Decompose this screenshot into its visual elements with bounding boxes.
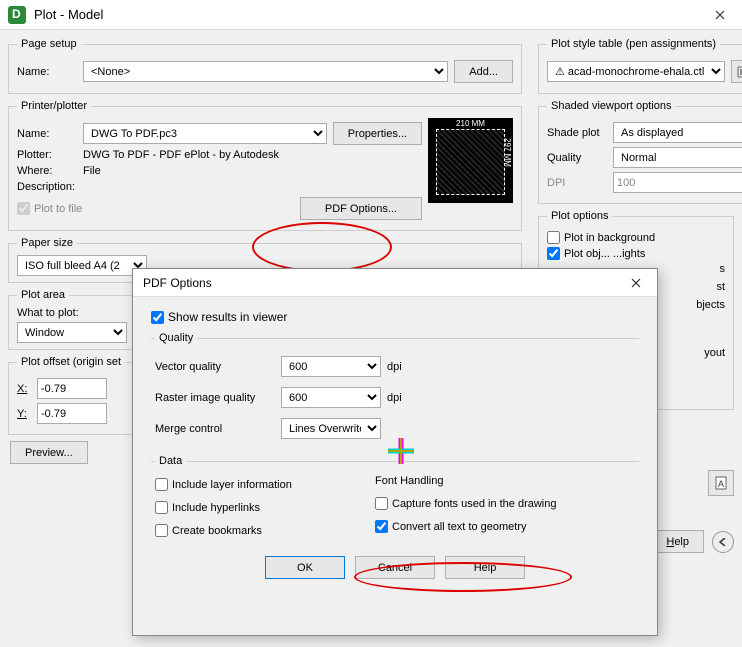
capture-fonts-check[interactable]: Capture fonts used in the drawing (375, 497, 635, 510)
y-label: Y: (17, 408, 31, 420)
close-icon (715, 10, 725, 20)
shade-plot-select[interactable]: As displayed (613, 122, 742, 143)
shade-plot-label: Shade plot (547, 127, 607, 139)
modal-title: PDF Options (143, 276, 619, 290)
raster-quality-select[interactable]: 600 (281, 387, 381, 408)
show-results-check[interactable]: Show results in viewer (151, 310, 639, 324)
plot-lw-check[interactable]: Plot obj... ...ights (547, 247, 725, 260)
quality-select[interactable]: Normal (613, 147, 742, 168)
plot-style-edit-button[interactable] (731, 60, 742, 83)
merge-control-select[interactable]: Lines Overwrite (281, 418, 381, 439)
desc-label: Description: (17, 181, 102, 193)
dpi-label: DPI (547, 177, 607, 189)
convert-text-check[interactable]: Convert all text to geometry (375, 520, 635, 533)
printer-name-label: Name: (17, 128, 77, 140)
plotter-label: Plotter: (17, 149, 77, 161)
vector-quality-select[interactable]: 600 (281, 356, 381, 377)
help-button[interactable]: HHelpelp (651, 530, 704, 553)
page-name-select[interactable]: <None> (83, 61, 448, 82)
plot-to-file-checkbox (17, 202, 30, 215)
x-input[interactable] (37, 378, 107, 399)
where-label: Where: (17, 165, 77, 177)
page-setup-group: Page setup Name: <None> Add... (8, 38, 522, 94)
expand-button[interactable] (712, 531, 734, 553)
shaded-group: Shaded viewport options Shade plot As di… (538, 100, 742, 204)
paper-size-select[interactable]: ISO full bleed A4 (2 (17, 255, 147, 276)
printer-legend: Printer/plotter (17, 100, 91, 112)
plot-area-legend: Plot area (17, 289, 69, 301)
titlebar: Plot - Model (0, 0, 742, 30)
font-handling-label: Font Handling (375, 475, 635, 487)
create-bookmarks-check[interactable]: Create bookmarks (155, 524, 355, 537)
chevron-left-icon (719, 538, 727, 546)
page-setup-legend: Page setup (17, 38, 81, 50)
paper-preview: 210 MM 297 MM (428, 118, 513, 203)
add-button[interactable]: Add... (454, 60, 513, 83)
page-name-label: Name: (17, 66, 77, 78)
close-button[interactable] (700, 0, 740, 30)
plot-style-legend: Plot style table (pen assignments) (547, 38, 720, 50)
plot-style-group: Plot style table (pen assignments) ⚠ aca… (538, 38, 742, 94)
raster-quality-label: Raster image quality (155, 392, 275, 404)
edit-icon (737, 66, 742, 78)
vector-dpi-label: dpi (387, 361, 402, 373)
close-icon (631, 278, 641, 288)
vector-quality-label: Vector quality (155, 361, 275, 373)
pdf-options-button[interactable]: PDF Options... (300, 197, 422, 220)
printer-group: Printer/plotter Name: DWG To PDF.pc3 Pro… (8, 100, 522, 231)
plot-options-legend: Plot options (547, 210, 612, 222)
shaded-legend: Shaded viewport options (547, 100, 675, 112)
modal-close-button[interactable] (619, 269, 653, 297)
where-value: File (83, 165, 101, 177)
plot-style-select[interactable]: ⚠ acad-monochrome-ehala.ctl (547, 61, 725, 82)
pdf-options-dialog: PDF Options Show results in viewer Quali… (132, 268, 658, 636)
x-label: X: (17, 383, 31, 395)
preview-width-label: 210 MM (428, 119, 513, 128)
y-input[interactable] (37, 403, 107, 424)
raster-dpi-label: dpi (387, 392, 402, 404)
plot-offset-legend: Plot offset (origin set (17, 356, 125, 368)
dpi-input (613, 172, 742, 193)
quality-legend: Quality (155, 332, 197, 344)
merge-control-label: Merge control (155, 423, 275, 435)
cancel-button[interactable]: Cancel (355, 556, 435, 579)
what-to-plot-select[interactable]: Window (17, 322, 127, 343)
include-links-check[interactable]: Include hyperlinks (155, 501, 355, 514)
modal-help-button[interactable]: Help (445, 556, 525, 579)
preview-button[interactable]: Preview... (10, 441, 88, 464)
ok-button[interactable]: OK (265, 556, 345, 579)
app-logo (8, 6, 26, 24)
properties-button[interactable]: Properties... (333, 122, 422, 145)
data-legend: Data (155, 455, 186, 467)
portrait-icon: A (714, 476, 728, 490)
orientation-button[interactable]: A (708, 470, 734, 496)
window-title: Plot - Model (34, 7, 700, 22)
preview-height-label: 297 MM (503, 138, 512, 167)
quality-label: Quality (547, 152, 607, 164)
svg-text:A: A (718, 479, 724, 489)
printer-name-select[interactable]: DWG To PDF.pc3 (83, 123, 327, 144)
plotter-value: DWG To PDF - PDF ePlot - by Autodesk (83, 149, 279, 161)
include-layer-check[interactable]: Include layer information (155, 478, 355, 491)
plot-bg-check[interactable]: Plot in background (547, 231, 725, 244)
plot-to-file-check: Plot to file (17, 202, 82, 215)
paper-size-legend: Paper size (17, 237, 77, 249)
